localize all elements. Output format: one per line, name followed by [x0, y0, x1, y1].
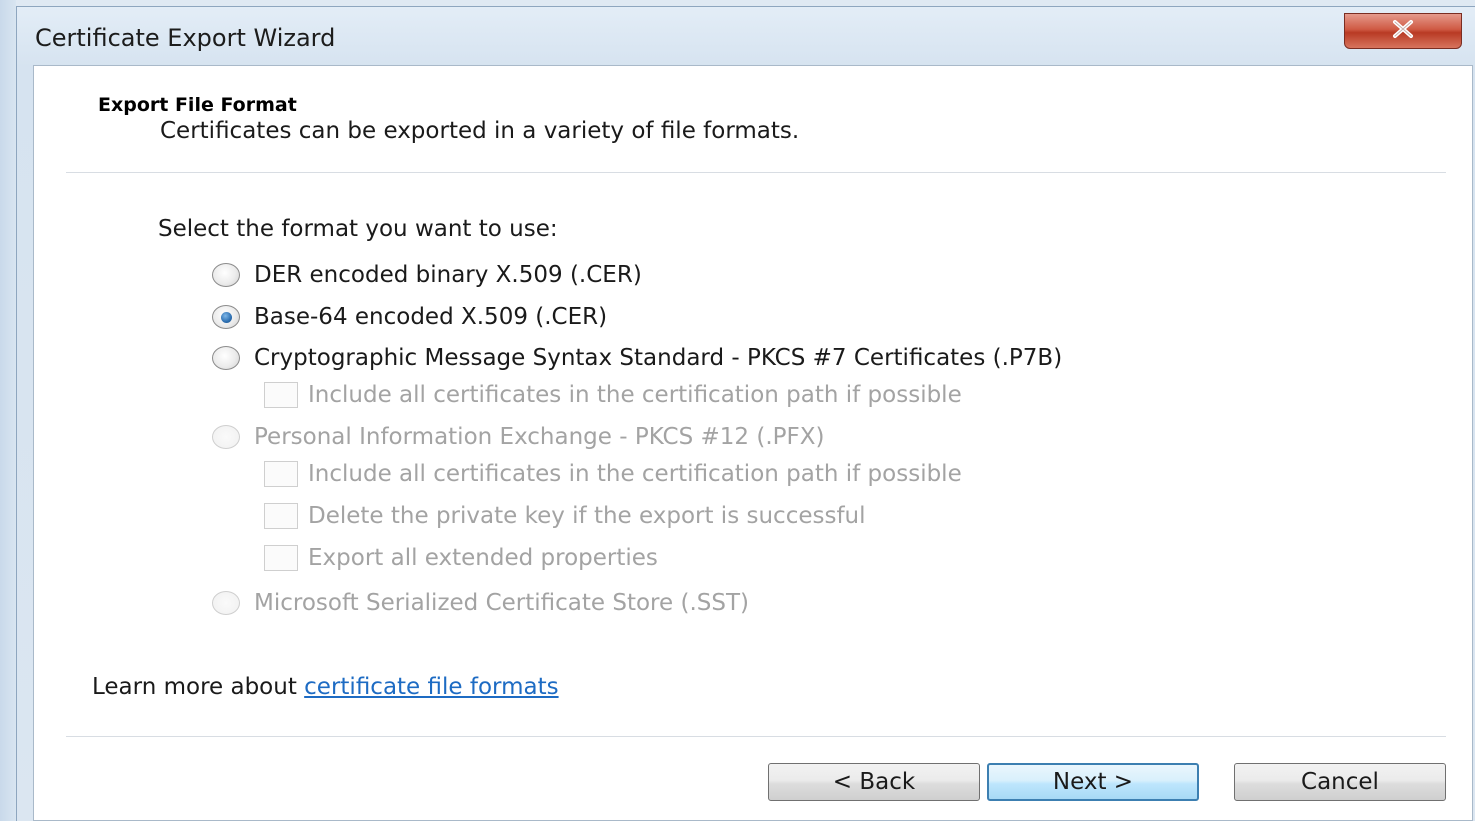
page-title: Export File Format: [98, 94, 297, 116]
wizard-content: Export File Format Certificates can be e…: [33, 65, 1473, 821]
wizard-window: Certificate Export Wizard Export File Fo…: [16, 6, 1475, 821]
radio-der-label: DER encoded binary X.509 (.CER): [254, 262, 642, 288]
back-button[interactable]: < Back: [768, 763, 980, 801]
radio-option-p7b[interactable]: Cryptographic Message Syntax Standard - …: [212, 345, 1062, 371]
learn-more-link[interactable]: certificate file formats: [304, 674, 558, 700]
radio-sst-label: Microsoft Serialized Certificate Store (…: [254, 590, 749, 616]
radio-sst: [212, 591, 240, 615]
checkbox-option-pfx-include-all: Include all certificates in the certific…: [264, 461, 962, 487]
header-divider: [66, 172, 1446, 174]
radio-base64[interactable]: [212, 305, 240, 329]
radio-option-der[interactable]: DER encoded binary X.509 (.CER): [212, 262, 642, 288]
radio-option-sst: Microsoft Serialized Certificate Store (…: [212, 590, 749, 616]
footer-divider: [66, 736, 1446, 738]
next-button[interactable]: Next >: [987, 763, 1199, 801]
checkbox-pfx-delete-key: [264, 503, 298, 529]
radio-pfx-label: Personal Information Exchange - PKCS #12…: [254, 424, 825, 450]
window-title: Certificate Export Wizard: [35, 24, 336, 52]
cancel-button[interactable]: Cancel: [1234, 763, 1446, 801]
checkbox-option-p7b-include-all: Include all certificates in the certific…: [264, 382, 962, 408]
close-button[interactable]: [1344, 13, 1462, 49]
learn-more-text: Learn more about certificate file format…: [92, 674, 559, 700]
close-icon: [1390, 19, 1416, 43]
checkbox-pfx-delete-key-label: Delete the private key if the export is …: [308, 503, 866, 529]
radio-der[interactable]: [212, 263, 240, 287]
checkbox-pfx-export-props-label: Export all extended properties: [308, 545, 658, 571]
checkbox-option-pfx-export-props: Export all extended properties: [264, 545, 658, 571]
radio-base64-label: Base-64 encoded X.509 (.CER): [254, 304, 608, 330]
page-subtitle: Certificates can be exported in a variet…: [160, 118, 800, 144]
checkbox-option-pfx-delete-key: Delete the private key if the export is …: [264, 503, 866, 529]
radio-option-pfx: Personal Information Exchange - PKCS #12…: [212, 424, 824, 450]
checkbox-p7b-include-all: [264, 382, 298, 408]
radio-option-base64[interactable]: Base-64 encoded X.509 (.CER): [212, 304, 607, 330]
radio-p7b[interactable]: [212, 346, 240, 370]
learn-more-prefix: Learn more about: [92, 674, 305, 700]
radio-p7b-label: Cryptographic Message Syntax Standard - …: [254, 345, 1063, 371]
checkbox-pfx-export-props: [264, 545, 298, 571]
radio-pfx: [212, 425, 240, 449]
checkbox-p7b-include-all-label: Include all certificates in the certific…: [308, 382, 962, 408]
checkbox-pfx-include-all-label: Include all certificates in the certific…: [308, 461, 962, 487]
window-frame-left: [0, 0, 16, 821]
format-prompt: Select the format you want to use:: [158, 216, 558, 242]
title-bar[interactable]: Certificate Export Wizard: [17, 7, 1475, 65]
checkbox-pfx-include-all: [264, 461, 298, 487]
